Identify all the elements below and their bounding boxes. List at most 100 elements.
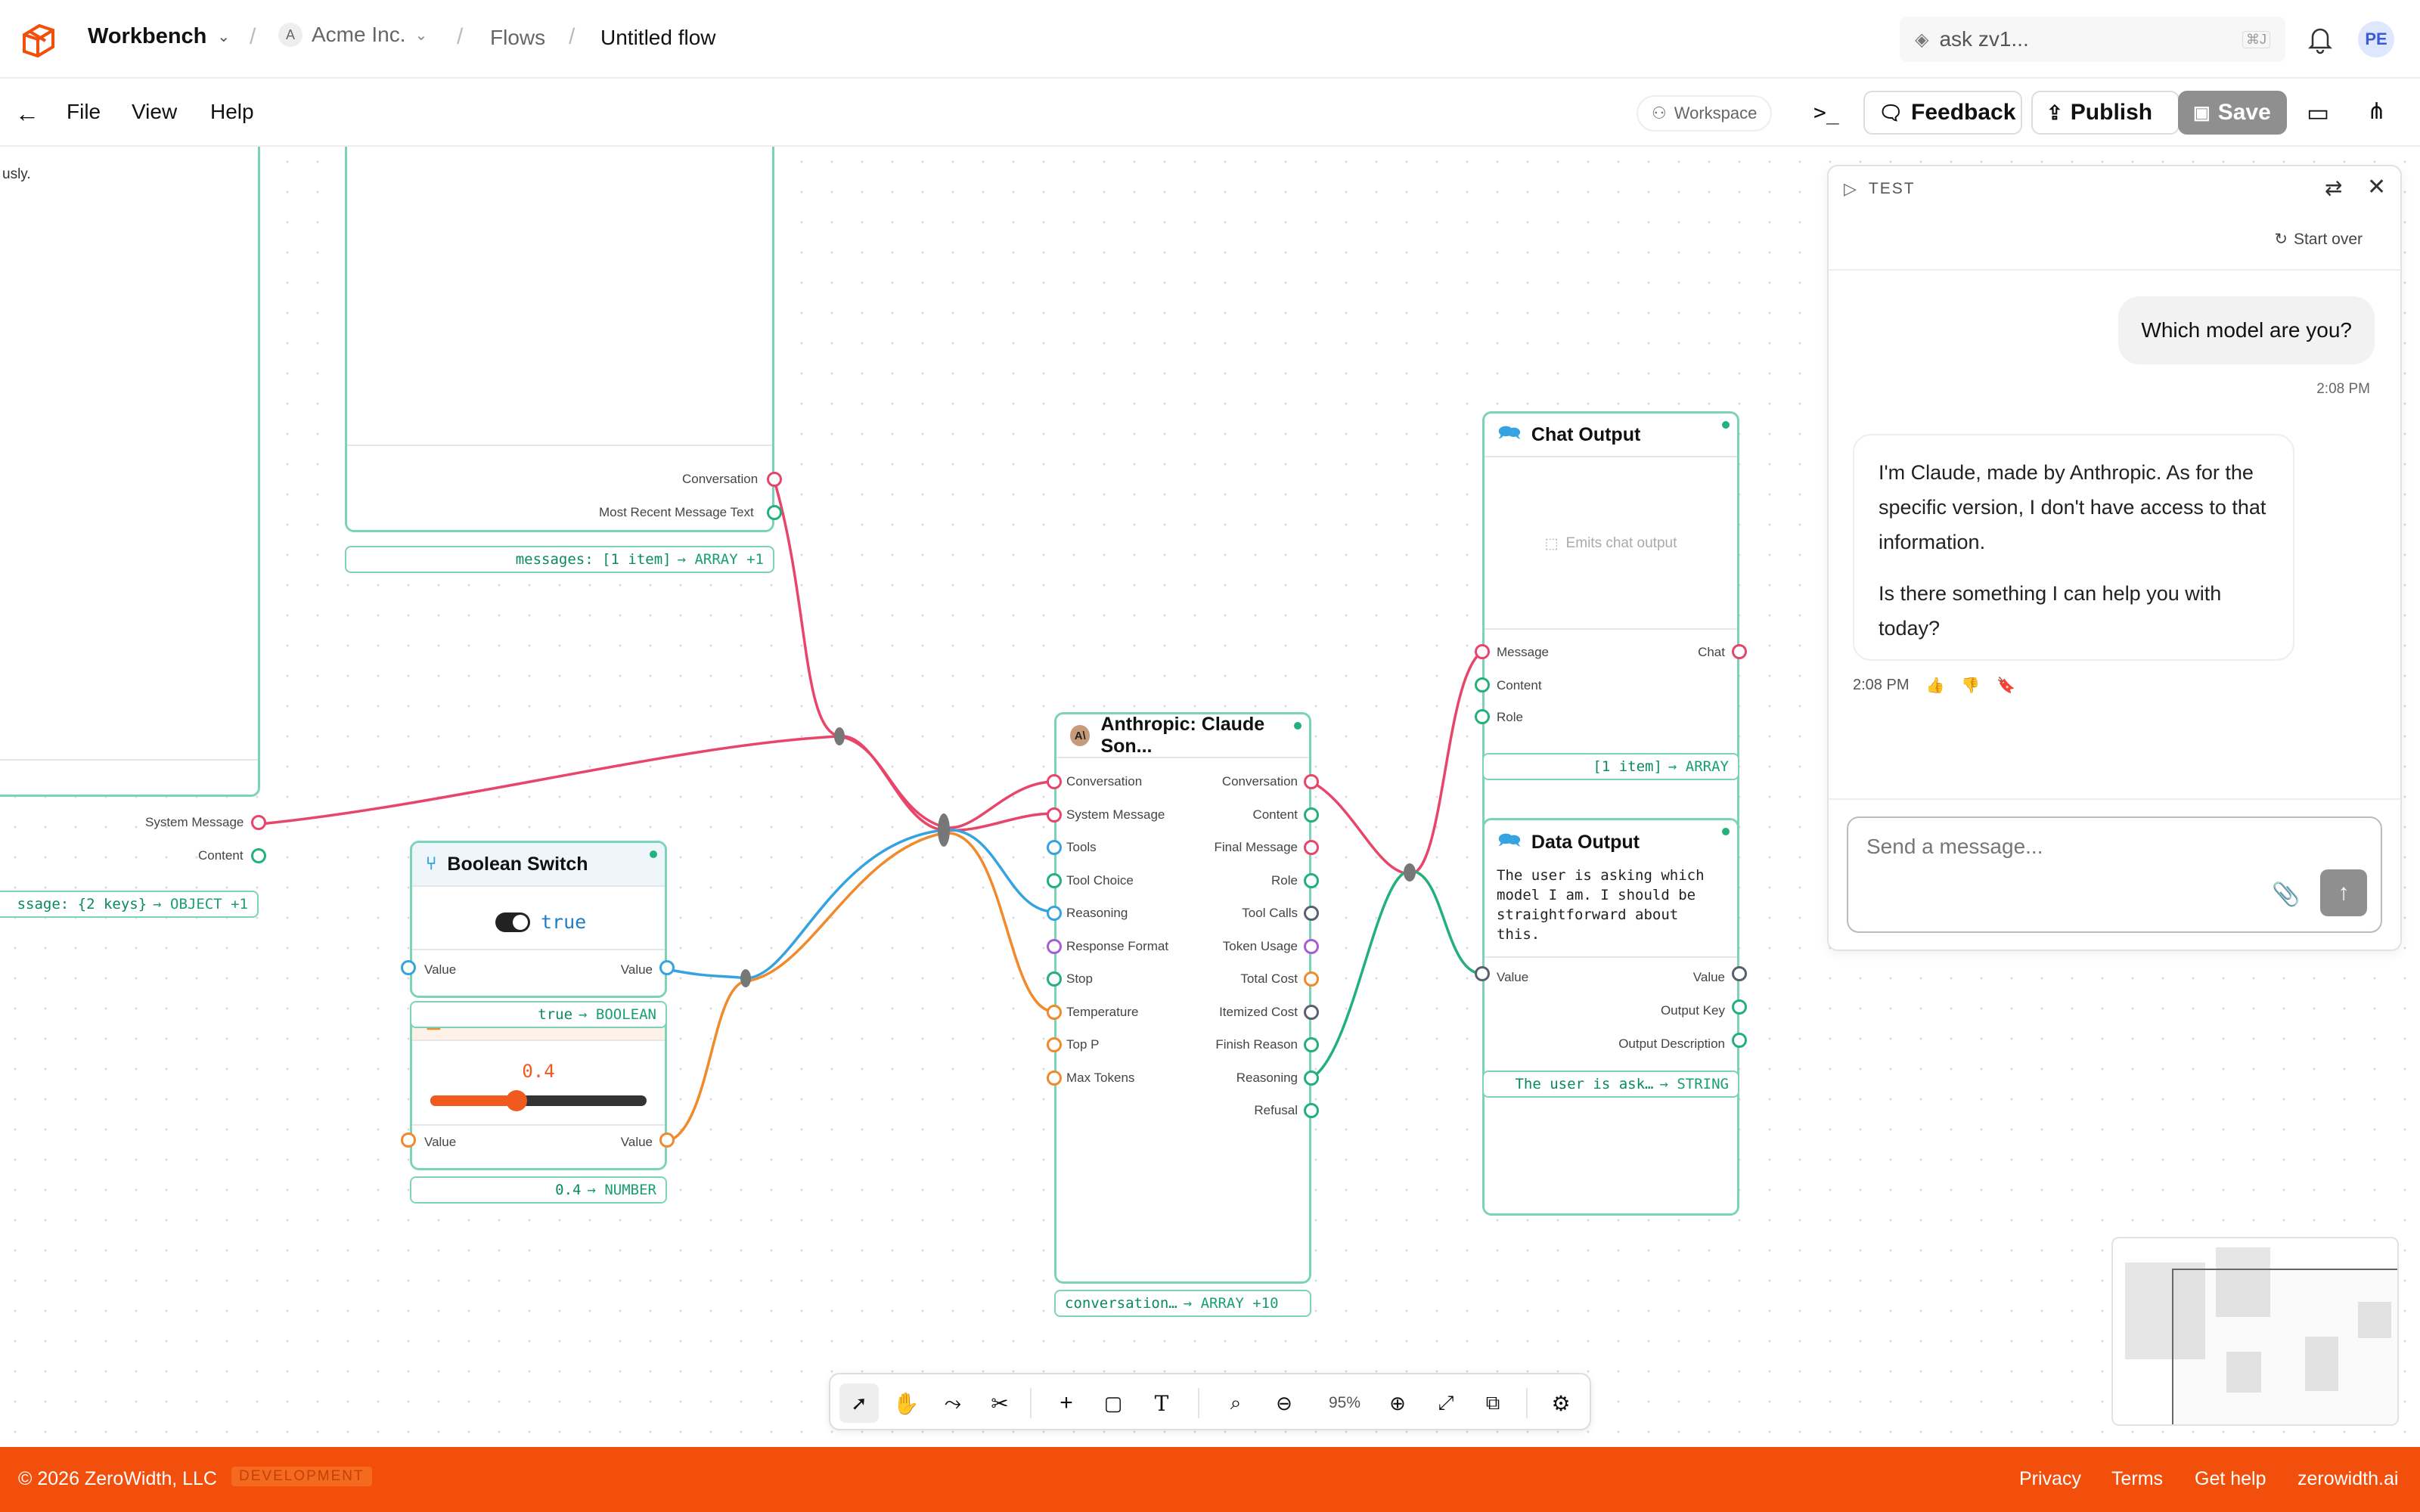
claude-model-node[interactable]: A\ Anthropic: Claude Son... xyxy=(1054,712,1311,1284)
get-help-link[interactable]: Get help xyxy=(2195,1468,2266,1490)
port-boolean-out[interactable] xyxy=(659,960,675,975)
port-value-in[interactable] xyxy=(1475,966,1490,981)
fit-view-icon[interactable]: ⤢ xyxy=(1426,1383,1466,1423)
output-tag-data[interactable]: The user is ask… → STRING xyxy=(1482,1070,1739,1098)
feedback-button[interactable]: 🗨 Feedback xyxy=(1863,91,2022,135)
output-tag-boolean[interactable]: true → BOOLEAN xyxy=(410,1001,667,1028)
claude-input-port[interactable] xyxy=(1047,906,1062,921)
send-button[interactable]: ↑ xyxy=(2320,869,2367,916)
message-input[interactable]: Send a message... xyxy=(1866,835,2043,859)
minimap[interactable] xyxy=(2111,1237,2399,1426)
auto-layout-icon[interactable]: ⧉ xyxy=(1473,1383,1512,1423)
zoom-out-icon[interactable]: ⊖ xyxy=(1264,1383,1304,1423)
claude-output-port[interactable] xyxy=(1304,840,1319,855)
output-tag-claude[interactable]: conversation… → ARRAY +10 xyxy=(1054,1290,1311,1317)
boolean-switch-node[interactable]: ⑂ Boolean Switch true Value Value xyxy=(410,841,667,998)
claude-input-port[interactable] xyxy=(1047,938,1062,954)
close-icon[interactable]: ✕ xyxy=(2367,174,2386,200)
port-value-out[interactable] xyxy=(1732,966,1747,981)
share-icon[interactable]: ⋔ xyxy=(2367,98,2386,125)
zoom-in-icon[interactable]: ⊕ xyxy=(1378,1383,1417,1423)
claude-output-port[interactable] xyxy=(1304,1070,1319,1086)
save-button[interactable]: ▣ Save xyxy=(2178,91,2287,135)
start-over-button[interactable]: ↻ Start over xyxy=(2274,230,2363,249)
breadcrumb-flows[interactable]: Flows xyxy=(490,26,545,50)
port-output-description-out[interactable] xyxy=(1732,1033,1747,1048)
swap-icon[interactable]: ⇄ xyxy=(2325,175,2342,200)
port-number-out[interactable] xyxy=(659,1132,675,1148)
claude-output-port[interactable] xyxy=(1304,938,1319,954)
publish-button[interactable]: ⇪ Publish xyxy=(2031,91,2180,135)
zoom-level[interactable]: 95% xyxy=(1314,1383,1375,1423)
toggle-switch[interactable] xyxy=(495,912,530,932)
minimap-viewport[interactable] xyxy=(2172,1269,2397,1424)
message-composer[interactable]: Send a message... 📎 ↑ xyxy=(1847,816,2382,933)
text-tool-icon[interactable]: T xyxy=(1142,1383,1181,1423)
logo[interactable] xyxy=(17,20,59,62)
port-output-key-out[interactable] xyxy=(1732,999,1747,1015)
org-switcher[interactable]: A Acme Inc. ⌄ xyxy=(278,23,427,47)
thumbs-down-icon[interactable]: 👎 xyxy=(1961,676,1980,695)
paperclip-icon[interactable]: 📎 xyxy=(2272,881,2300,908)
workspace-button[interactable]: ⚇ Workspace xyxy=(1637,95,1773,132)
port-recent-message-out[interactable] xyxy=(767,505,782,520)
port-conversation-out[interactable] xyxy=(767,472,782,487)
select-tool-icon[interactable]: ➚ xyxy=(839,1383,879,1423)
claude-input-port[interactable] xyxy=(1047,807,1062,823)
data-output-node[interactable]: 🗪 Data Output The user is asking which m… xyxy=(1482,818,1739,1216)
claude-input-port[interactable] xyxy=(1047,774,1062,789)
port-content-out[interactable] xyxy=(251,848,266,863)
menu-file[interactable]: File xyxy=(67,100,101,124)
claude-input-port[interactable] xyxy=(1047,1004,1062,1020)
slider-thumb[interactable] xyxy=(506,1090,528,1111)
output-tag-top[interactable]: messages: [1 item] → ARRAY +1 xyxy=(345,546,774,573)
search-icon[interactable]: ⌕ xyxy=(1216,1383,1255,1423)
hand-tool-icon[interactable]: ✋ xyxy=(886,1383,926,1423)
connect-tool-icon[interactable]: ⤳ xyxy=(933,1383,973,1423)
claude-output-port[interactable] xyxy=(1304,1037,1319,1052)
claude-output-port[interactable] xyxy=(1304,807,1319,823)
claude-output-port[interactable] xyxy=(1304,1004,1319,1020)
output-tag-chat[interactable]: [1 item] → ARRAY xyxy=(1482,753,1739,780)
port-content-in[interactable] xyxy=(1475,677,1490,692)
claude-output-port[interactable] xyxy=(1304,872,1319,888)
search-input[interactable]: ask zv1... xyxy=(1939,27,2232,51)
output-tag-left[interactable]: ssage: {2 keys} → OBJECT +1 xyxy=(0,891,259,918)
claude-output-port[interactable] xyxy=(1304,906,1319,921)
slider-track[interactable] xyxy=(430,1090,647,1111)
port-boolean-in[interactable] xyxy=(401,960,416,975)
output-tag-number[interactable]: 0.4 → NUMBER xyxy=(410,1176,667,1204)
bell-icon[interactable] xyxy=(2307,24,2334,54)
privacy-link[interactable]: Privacy xyxy=(2019,1468,2081,1490)
settings-gear-icon[interactable]: ⚙ xyxy=(1541,1383,1581,1423)
terms-link[interactable]: Terms xyxy=(2111,1468,2163,1490)
back-arrow-icon[interactable]: ← xyxy=(15,100,39,128)
claude-output-port[interactable] xyxy=(1304,971,1319,987)
claude-output-port[interactable] xyxy=(1304,774,1319,789)
scissors-tool-icon[interactable]: ✂ xyxy=(980,1383,1019,1423)
claude-output-port[interactable] xyxy=(1304,1103,1319,1118)
add-node-icon[interactable]: + xyxy=(1047,1383,1086,1423)
claude-input-port[interactable] xyxy=(1047,840,1062,855)
prompt-node-partial[interactable]: usly. xyxy=(0,147,260,797)
port-message-in[interactable] xyxy=(1475,644,1490,659)
workspace-switcher[interactable]: Workbench ⌄ xyxy=(88,24,230,49)
port-chat-out[interactable] xyxy=(1732,644,1747,659)
site-link[interactable]: zerowidth.ai xyxy=(2297,1468,2398,1490)
port-number-in[interactable] xyxy=(401,1132,416,1148)
port-role-in[interactable] xyxy=(1475,709,1490,724)
search-bar[interactable]: ◈ ask zv1... ⌘J xyxy=(1900,17,2285,62)
avatar[interactable]: PE xyxy=(2358,21,2394,57)
terminal-icon[interactable]: >_ xyxy=(1813,100,1839,125)
claude-input-port[interactable] xyxy=(1047,872,1062,888)
port-system-message-out[interactable] xyxy=(251,815,266,830)
bookmark-icon[interactable]: 🔖 xyxy=(1996,676,2015,695)
menu-view[interactable]: View xyxy=(132,100,177,124)
thumbs-up-icon[interactable]: 👍 xyxy=(1925,676,1944,695)
claude-input-port[interactable] xyxy=(1047,1070,1062,1086)
sticky-note-icon[interactable]: ▢ xyxy=(1094,1383,1133,1423)
claude-input-port[interactable] xyxy=(1047,1037,1062,1052)
comments-icon[interactable]: ▭ xyxy=(2307,98,2329,127)
menu-help[interactable]: Help xyxy=(210,100,254,124)
claude-input-port[interactable] xyxy=(1047,971,1062,987)
